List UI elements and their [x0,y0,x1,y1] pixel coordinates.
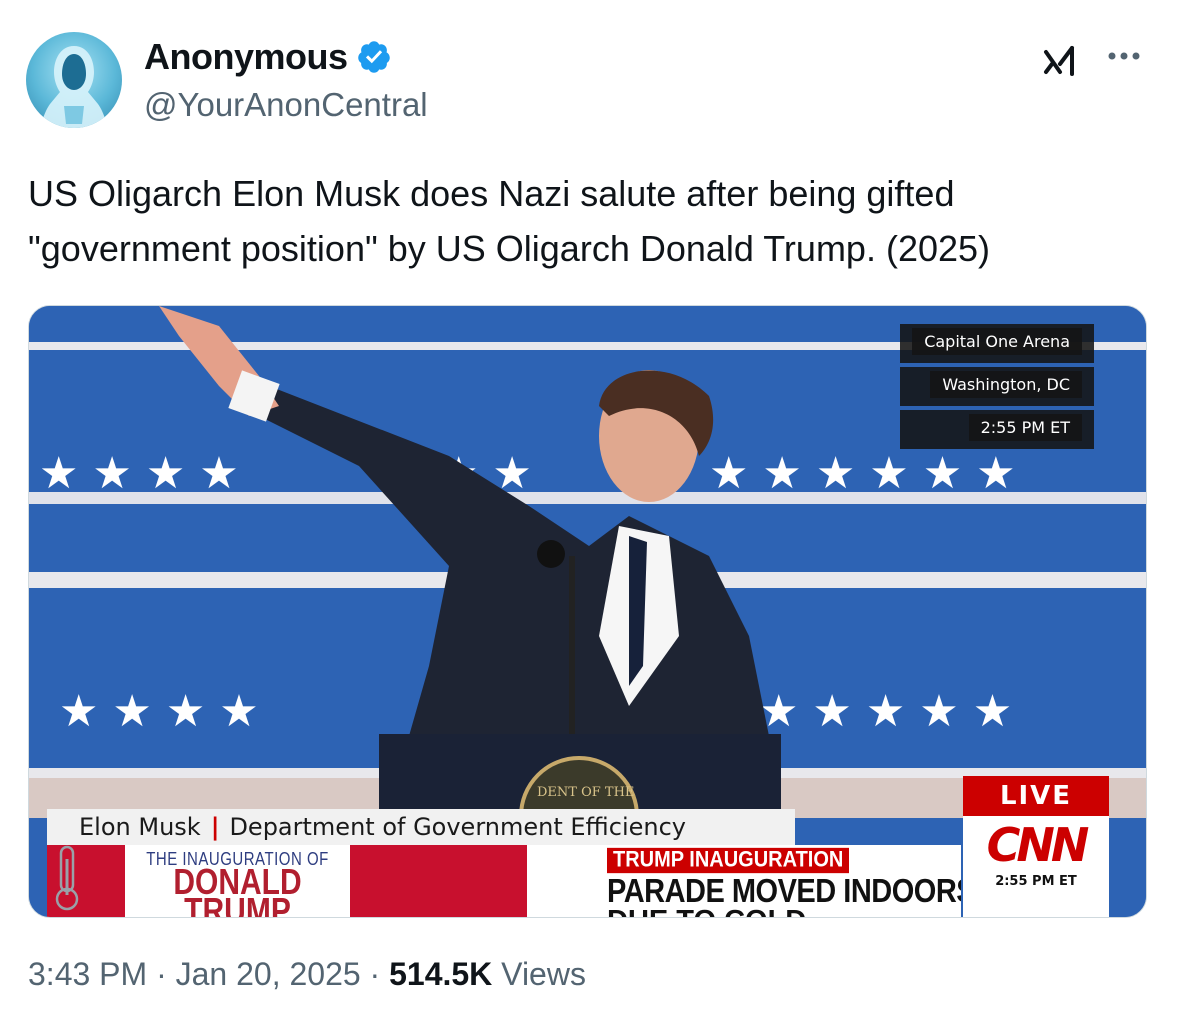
svg-text:★ ★ ★ ★: ★ ★ ★ ★ [39,448,239,499]
thermometer-icon [55,845,79,911]
svg-text:★ ★ ★ ★ ★: ★ ★ ★ ★ ★ [759,686,1012,737]
venue-name: Capital One Arena [912,328,1082,355]
tweet: Anonymous @YourAnonCentral US Oligarch E… [0,0,1178,1032]
tweet-time[interactable]: 3:43 PM [28,956,147,992]
views-count: 514.5K [389,956,493,992]
headline-main: PARADE MOVED INDOORS [607,873,961,910]
news-ticker: THE INAUGURATION OF DONALD TRUMP TRUMP I… [47,845,961,917]
lower-third-separator: | [210,813,220,841]
headline-kicker: TRUMP INAUGURATION [607,847,850,874]
lower-third-title: Department of Government Efficiency [229,813,686,841]
venue-overlay: Capital One Arena Washington, DC 2:55 PM… [900,324,1094,453]
display-name[interactable]: Anonymous [144,36,348,78]
cnn-logo: CNN [986,818,1090,872]
handle[interactable]: @YourAnonCentral [144,86,428,124]
ticker-red-block-mid [350,845,527,917]
lower-third-name-bar: Elon Musk | Department of Government Effic… [47,809,795,845]
meta-separator: · [360,956,390,992]
cnn-time: 2:55 PM ET [995,874,1077,889]
cnn-bug: CNN 2:55 PM ET [963,816,1109,917]
tweet-text: US Oligarch Elon Musk does Nazi salute a… [28,173,991,269]
seal-text: DENT OF THE [537,785,634,800]
meta-separator: · [147,956,176,992]
verified-badge-icon [357,41,390,73]
tweet-date[interactable]: Jan 20, 2025 [176,956,361,992]
svg-text:★ ★ ★ ★ ★ ★: ★ ★ ★ ★ ★ ★ [709,448,1016,499]
stars-row-top: ★ ★ ★ ★ ★ ★ ★ ★ ★ ★ ★ ★ [39,448,1016,499]
venue-time: 2:55 PM ET [968,414,1082,441]
grok-icon[interactable] [1040,44,1080,80]
lower-third-name: Elon Musk [79,813,201,841]
author-block: Anonymous @YourAnonCentral [144,36,428,124]
ticker-headline: TRUMP INAUGURATION PARADE MOVED INDOORS … [607,847,961,917]
live-badge: LIVE [963,776,1109,816]
tweet-meta: 3:43 PM · Jan 20, 2025 · 514.5K Views [28,956,586,993]
views-label: Views [492,956,586,992]
svg-text:★ ★ ★ ★: ★ ★ ★ ★ [59,686,259,737]
venue-city: Washington, DC [930,371,1082,398]
inauguration-logo: THE INAUGURATION OF DONALD TRUMP [125,845,350,917]
more-options-icon[interactable] [1104,44,1144,68]
tweet-media-video[interactable]: ★ ★ ★ ★ ★ ★ ★ ★ ★ ★ ★ ★ ★ ★ ★ ★ ★ ★ ★ ★ … [28,305,1147,918]
inauguration-logo-surname: TRUMP [184,891,291,917]
hooded-figure-icon [40,46,108,128]
avatar[interactable] [26,32,122,128]
